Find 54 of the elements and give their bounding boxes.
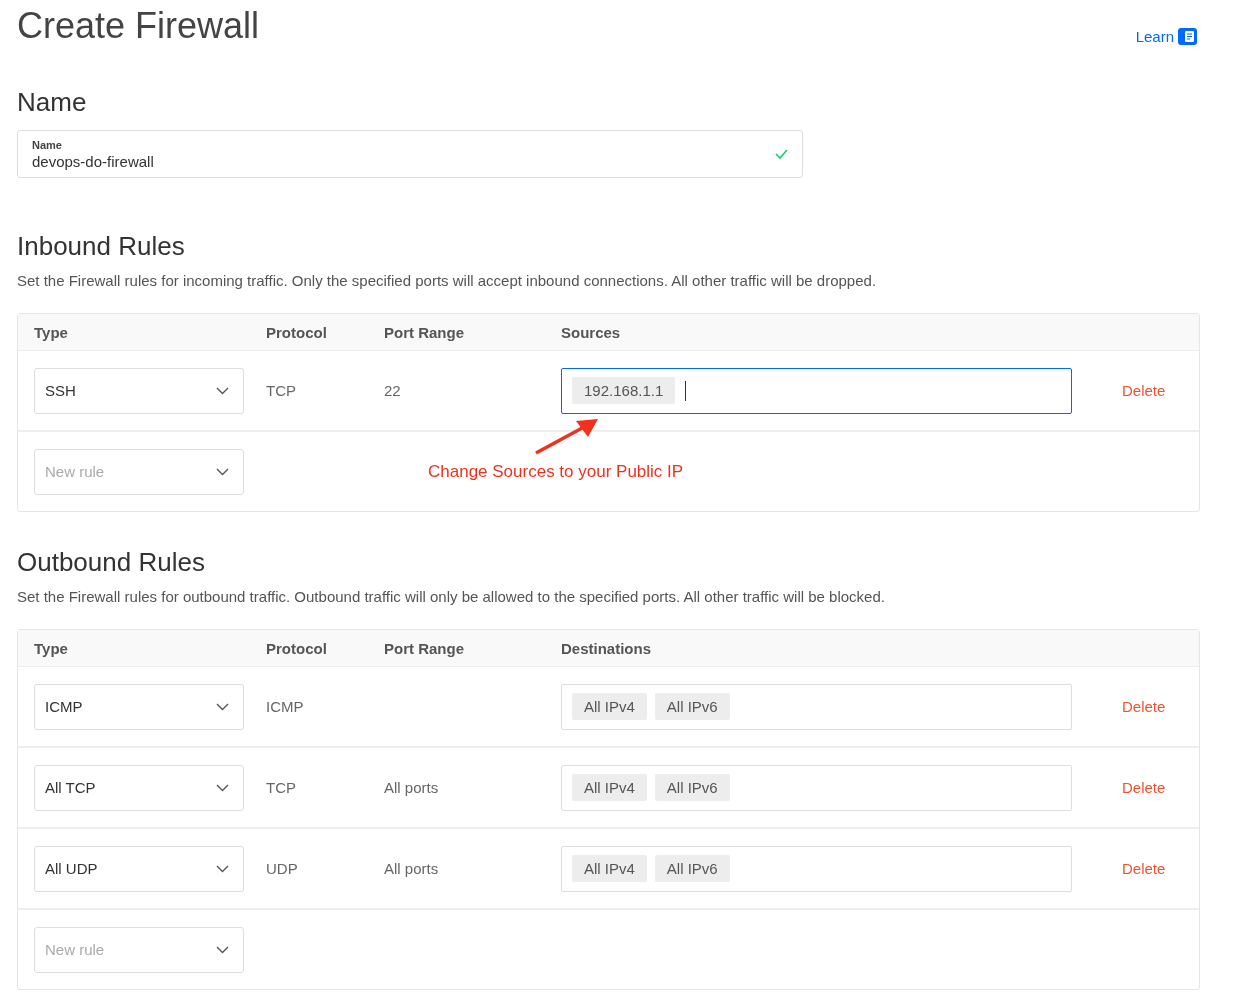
type-select[interactable]: All TCP — [34, 764, 244, 811]
section-heading: Name — [17, 86, 88, 118]
column-header: Port Range — [384, 323, 465, 341]
address-tag: 192.168.1.1 — [572, 377, 676, 404]
delete-link[interactable]: Delete — [1072, 382, 1199, 399]
port-range-cell-text: All ports — [384, 860, 440, 877]
protocol-cell-text: TCP — [266, 382, 297, 399]
protocol-cell-text: ICMP — [266, 698, 305, 715]
address-tag: All IPv6 — [654, 855, 730, 882]
address-tag: All IPv6 — [654, 774, 730, 801]
document-icon — [1178, 28, 1197, 45]
chevron-icon — [216, 864, 229, 873]
annotation-arrow — [534, 417, 600, 455]
column-header: Protocol — [266, 639, 328, 657]
protocol-cell-text: UDP — [266, 860, 299, 877]
delete-link[interactable]: Delete — [1072, 779, 1199, 796]
address-tag: All IPv4 — [572, 774, 647, 801]
chevron-icon — [216, 945, 229, 954]
chevron-icon — [216, 702, 229, 711]
text-cursor — [685, 380, 687, 401]
field-value: devops-do-firewall — [32, 152, 154, 170]
column-header: Destinations — [561, 639, 652, 657]
learn-link[interactable]: Learn — [1135, 28, 1197, 45]
column-header: Sources — [561, 323, 622, 341]
name-field[interactable]: Name devops-do-firewall — [17, 130, 803, 178]
annotation-text: Change Sources to your Public IP — [428, 461, 684, 482]
section-description: Set the Firewall rules for incoming traffic. Only the specified ports will accept inbound connections. All other traffic will be dropped. — [17, 272, 878, 289]
field-label: Name — [32, 138, 63, 151]
chevron-icon — [216, 783, 229, 792]
targets-field[interactable]: All IPv4 All IPv6 — [561, 845, 1072, 892]
port-range-cell-text: 22 — [384, 382, 402, 399]
column-header: Port Range — [384, 639, 465, 657]
column-header: Type — [34, 639, 69, 657]
chevron-icon — [216, 386, 229, 395]
targets-field[interactable]: All IPv4 All IPv6 — [561, 764, 1072, 811]
column-header: Protocol — [266, 323, 328, 341]
column-header: Type — [34, 323, 69, 341]
protocol-cell-text: TCP — [266, 779, 297, 796]
address-tag: All IPv4 — [572, 693, 647, 720]
address-tag: All IPv6 — [654, 693, 730, 720]
address-tag: All IPv4 — [572, 855, 647, 882]
section-description: Set the Firewall rules for outbound traffic. Outbound traffic will only be allowed to the specified ports. All other traffic will be blocked. — [17, 588, 886, 605]
targets-field[interactable]: All IPv4 All IPv6 — [561, 683, 1072, 730]
targets-field[interactable]: 192.168.1.1 — [561, 367, 1072, 414]
port-range-cell-text: All ports — [384, 779, 440, 796]
type-select[interactable]: ICMP — [34, 683, 244, 730]
section-heading: Outbound Rules — [17, 546, 206, 578]
page-title: Create Firewall — [17, 4, 260, 48]
chevron-icon — [216, 467, 229, 476]
type-select[interactable]: SSH — [34, 367, 244, 414]
type-select[interactable]: All UDP — [34, 845, 244, 892]
delete-link[interactable]: Delete — [1072, 698, 1199, 715]
section-heading: Inbound Rules — [17, 230, 186, 262]
delete-link[interactable]: Delete — [1072, 860, 1199, 877]
